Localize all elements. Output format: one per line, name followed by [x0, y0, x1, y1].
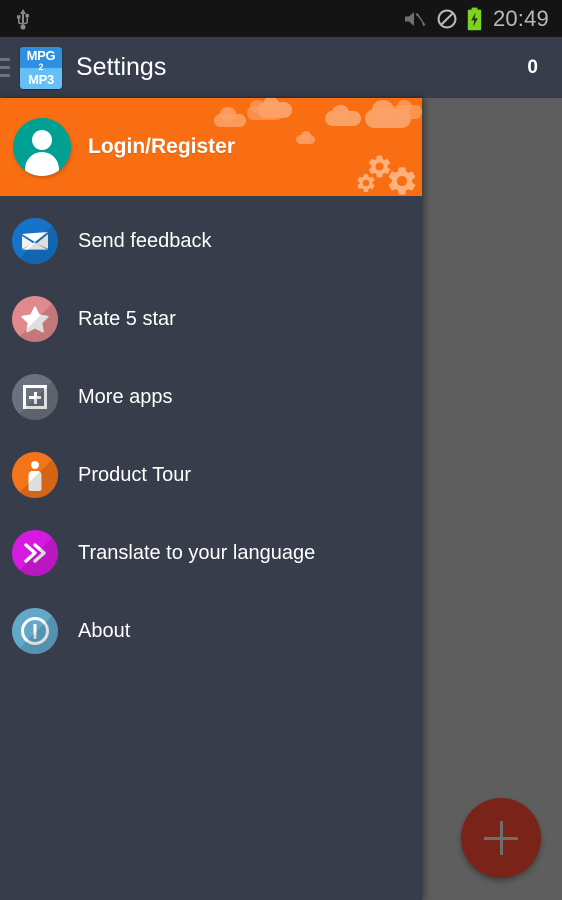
envelope-icon	[12, 218, 58, 264]
info-exclamation-icon	[12, 608, 58, 654]
cloud-icon	[301, 131, 311, 140]
info-ring	[21, 617, 49, 645]
usb-icon	[14, 8, 32, 30]
double-chevron-right-icon	[12, 530, 58, 576]
add-box-icon	[12, 374, 58, 420]
plus-vertical	[33, 391, 37, 404]
hamburger-line	[0, 74, 10, 77]
cloud-icon	[220, 107, 236, 121]
drawer-item-more-apps[interactable]: More apps	[0, 358, 422, 436]
cloud-icon	[397, 100, 412, 113]
selection-counter: 0	[527, 56, 538, 78]
add-fab[interactable]	[461, 798, 541, 878]
volume-muted-icon	[403, 9, 427, 29]
drawer-header[interactable]: Login/Register	[0, 98, 422, 196]
drawer-item-list: Send feedback Rate 5 star More apps Prod…	[0, 196, 422, 670]
drawer-item-label: About	[78, 619, 131, 642]
add-box-square	[23, 385, 47, 409]
cloud-icon	[332, 105, 349, 120]
page-title: Settings	[76, 53, 167, 81]
user-avatar-icon	[13, 118, 71, 176]
drawer-item-label: More apps	[78, 385, 173, 408]
drawer-item-rate-5-star[interactable]: Rate 5 star	[0, 280, 422, 358]
gear-icon	[357, 174, 375, 192]
battery-charging-icon	[467, 7, 482, 31]
status-bar-clock: 20:49	[492, 5, 549, 31]
drawer-item-label: Translate to your language	[78, 541, 316, 564]
exclamation-dot	[33, 636, 37, 639]
drawer-item-send-feedback[interactable]: Send feedback	[0, 202, 422, 280]
person-body	[28, 471, 42, 491]
app-icon-line-1: MPG	[26, 48, 56, 63]
avatar-head	[32, 130, 52, 150]
drawer-item-label: Product Tour	[78, 463, 192, 486]
person-icon	[12, 452, 58, 498]
drawer-item-product-tour[interactable]: Product Tour	[0, 436, 422, 514]
navigation-drawer: Login/Register Send feedback Rate 5 star…	[0, 98, 422, 900]
login-register-label: Login/Register	[88, 135, 236, 158]
drawer-item-label: Send feedback	[78, 229, 212, 252]
hamburger-line	[0, 58, 10, 61]
drawer-item-translate[interactable]: Translate to your language	[0, 514, 422, 592]
hamburger-line	[0, 66, 10, 69]
status-bar: 20:49	[0, 0, 562, 37]
cloud-icon	[372, 100, 394, 120]
status-bar-right: 20:49	[403, 6, 562, 32]
app-icon-line-2: 2	[38, 62, 44, 72]
drawer-item-about[interactable]: About	[0, 592, 422, 670]
hamburger-menu-icon[interactable]	[0, 58, 14, 77]
gear-icon	[388, 167, 416, 195]
action-bar: MPG 2 MP3 Settings 0	[0, 37, 562, 98]
star-icon	[12, 296, 58, 342]
app-screen: 20:49 MPG 2 MP3 Settings 0 Login/Registe…	[0, 0, 562, 900]
exclamation-bar	[33, 624, 37, 636]
drawer-item-label: Rate 5 star	[78, 307, 176, 330]
person-head	[31, 461, 39, 469]
mpg2mp3-app-icon: MPG 2 MP3	[20, 46, 62, 89]
avatar-body	[25, 152, 59, 176]
status-bar-left	[0, 8, 403, 30]
plus-icon	[499, 821, 503, 855]
app-icon-line-3: MP3	[28, 72, 54, 87]
do-not-disturb-icon	[436, 8, 458, 30]
